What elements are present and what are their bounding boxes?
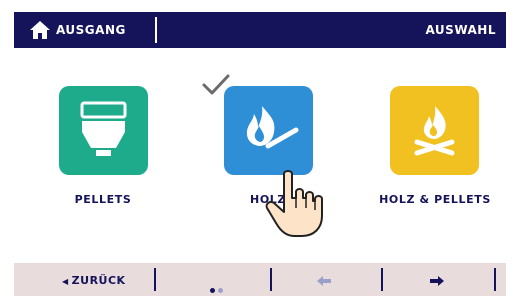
- divider: [494, 268, 496, 291]
- divider: [155, 17, 157, 43]
- option-holz-pellets-button[interactable]: [390, 86, 479, 175]
- divider: [270, 268, 272, 291]
- divider: [381, 268, 383, 291]
- back-button[interactable]: ◀ ZURÜCK: [62, 263, 126, 300]
- option-pellets-button[interactable]: [59, 86, 148, 175]
- arrow-left-icon[interactable]: [317, 276, 331, 286]
- back-arrow-icon: ◀: [62, 277, 69, 286]
- pointing-hand-icon: [265, 170, 323, 237]
- page-dot-active: [210, 288, 215, 293]
- wood-fire-icon: [246, 106, 299, 149]
- option-holz-button[interactable]: [224, 86, 313, 175]
- option-pellets-label: PELLETS: [74, 193, 132, 206]
- option-holz-pellets-label: HOLZ & PELLETS: [379, 193, 491, 206]
- back-label: ZURÜCK: [71, 274, 126, 287]
- arrow-right-icon[interactable]: [430, 276, 444, 286]
- bottom-bar: ◀ ZURÜCK: [14, 263, 506, 296]
- screen-title: AUSWAHL: [425, 23, 496, 37]
- divider: [154, 268, 156, 291]
- exit-button[interactable]: AUSGANG: [56, 12, 126, 48]
- pellet-burner-icon: [80, 101, 127, 156]
- wood-and-pellets-icon: [414, 106, 455, 156]
- page-indicator: [210, 278, 226, 297]
- home-icon[interactable]: [28, 18, 52, 42]
- page-dot: [218, 288, 223, 293]
- top-bar: AUSGANG AUSWAHL: [14, 12, 506, 48]
